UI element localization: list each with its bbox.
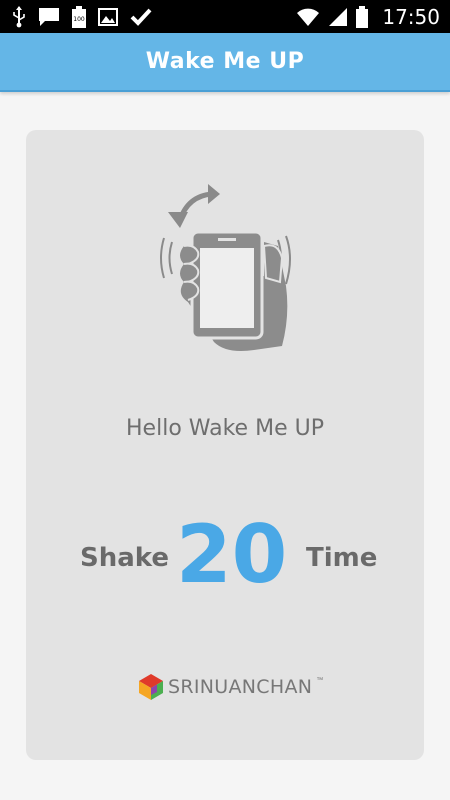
shake-label: Shake	[80, 543, 170, 573]
usb-icon	[12, 5, 26, 28]
srinuanchan-logo-icon	[138, 673, 164, 701]
brand-logo: SRINUANCHAN ™	[138, 673, 323, 701]
main-card: Hello Wake Me UP Shake 20 Time SRINUANCH…	[26, 130, 424, 760]
checkmark-icon	[130, 8, 152, 26]
brand-trademark: ™	[316, 676, 324, 684]
app-bar: Wake Me UP	[0, 33, 450, 92]
battery-full-icon: 100	[72, 5, 86, 28]
battery-badge: 100	[73, 16, 85, 23]
shake-count: 20	[176, 508, 288, 601]
signal-icon	[328, 7, 348, 27]
message-icon	[38, 7, 60, 27]
status-time: 17:50	[382, 4, 440, 29]
status-bar-system: 17:50	[296, 4, 440, 29]
greeting-text: Hello Wake Me UP	[126, 416, 324, 441]
battery-icon	[356, 5, 369, 28]
brand-name: SRINUANCHAN	[168, 676, 313, 698]
app-title: Wake Me UP	[145, 49, 305, 74]
image-icon	[98, 7, 118, 26]
hand-shaking-phone-icon	[154, 166, 304, 356]
status-bar-notifications: 100	[12, 4, 152, 29]
time-label: Time	[306, 543, 378, 573]
wifi-icon	[296, 7, 320, 27]
status-bar: 100 17:50	[0, 0, 450, 33]
